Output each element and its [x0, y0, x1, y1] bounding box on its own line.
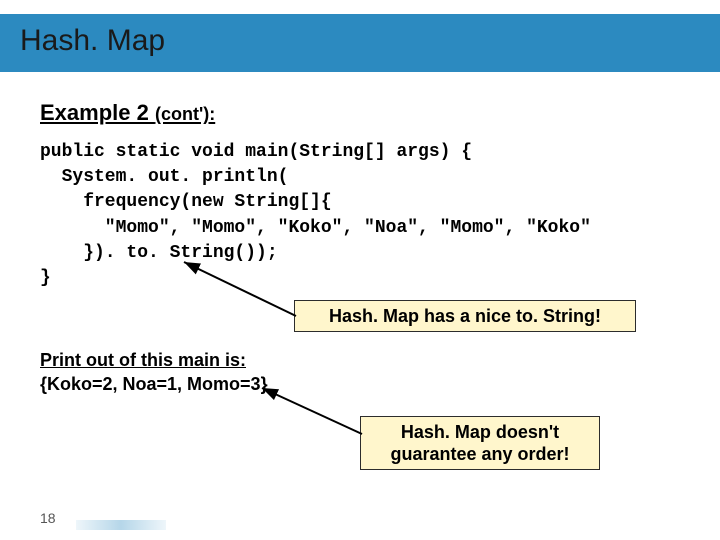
printout-value: {Koko=2, Noa=1, Momo=3}	[40, 374, 268, 395]
slide-title: Hash. Map	[20, 24, 165, 58]
subtitle-cont: (cont'):	[155, 104, 215, 124]
printout-label: Print out of this main is:	[40, 350, 246, 371]
callout-tostring: Hash. Map has a nice to. String!	[294, 300, 636, 332]
page-number: 18	[40, 510, 56, 526]
example-subtitle: Example 2 (cont'):	[40, 100, 215, 126]
slide: Hash. Map Example 2 (cont'): public stat…	[0, 0, 720, 540]
callout-order: Hash. Map doesn't guarantee any order!	[360, 416, 600, 470]
subtitle-main: Example 2	[40, 100, 155, 125]
footer-accent	[76, 520, 166, 530]
arrow-order	[256, 384, 376, 444]
code-block: public static void main(String[] args) {…	[40, 140, 680, 291]
